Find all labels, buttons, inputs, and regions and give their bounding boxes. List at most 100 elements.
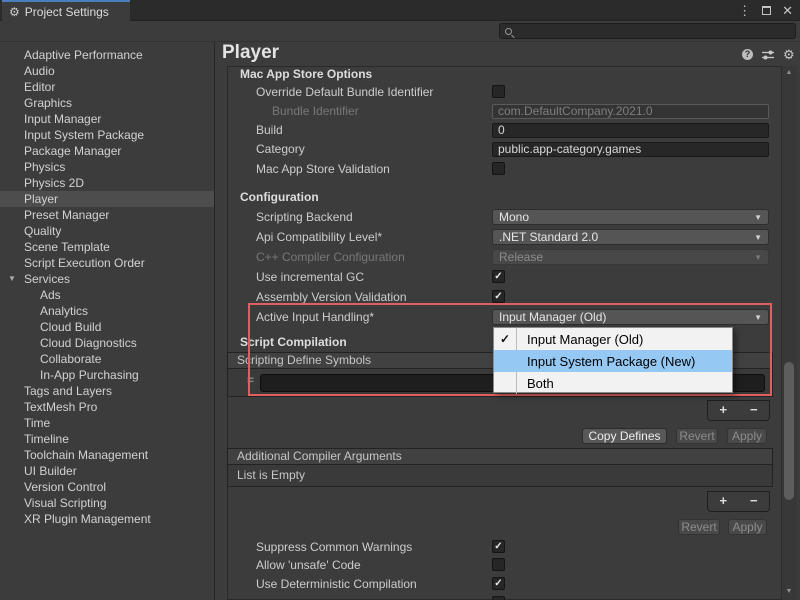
project-settings-window: ⚙ Project Settings ⋮ ✕ Adaptive Performa… <box>0 0 800 600</box>
drag-handle-icon[interactable]: = <box>247 373 254 387</box>
dropdown-option-input-manager[interactable]: ✓ Input Manager (Old) <box>494 328 732 350</box>
sidebar-item-label: Package Manager <box>24 144 121 158</box>
sidebar-item-label: Cloud Diagnostics <box>40 336 137 350</box>
sidebar-item-label: TextMesh Pro <box>24 400 97 414</box>
add-button[interactable]: + <box>708 492 739 511</box>
titlebar: ⚙ Project Settings ⋮ ✕ <box>0 0 800 21</box>
sidebar-item[interactable]: Timeline <box>0 431 214 447</box>
dropdown-option-input-system[interactable]: Input System Package (New) <box>494 350 732 372</box>
dropdown-value: Input Manager (Old) <box>499 310 606 324</box>
sidebar-item-label: Cloud Build <box>40 320 101 334</box>
sidebar-item[interactable]: Physics <box>0 159 214 175</box>
mac-validation-checkbox[interactable] <box>492 162 505 175</box>
dropdown-option-both[interactable]: Both <box>494 372 732 394</box>
sidebar-item[interactable]: Player <box>0 191 214 207</box>
sidebar-item-label: Visual Scripting <box>24 496 107 510</box>
sidebar-item[interactable]: Collaborate <box>0 351 214 367</box>
help-icon[interactable]: ? <box>742 49 753 60</box>
deterministic-checkbox[interactable]: ✓ <box>492 577 505 590</box>
scrollbar-thumb[interactable] <box>784 362 794 500</box>
sidebar-item[interactable]: Ads <box>0 287 214 303</box>
allow-unsafe-checkbox[interactable] <box>492 558 505 571</box>
toolbar <box>0 21 800 42</box>
scrollbar-track[interactable] <box>781 66 797 600</box>
build-label: Build <box>256 122 283 138</box>
incremental-gc-checkbox[interactable]: ✓ <box>492 270 505 283</box>
remove-button[interactable]: − <box>739 492 770 511</box>
sidebar-item-label: Collaborate <box>40 352 101 366</box>
copy-defines-button[interactable]: Copy Defines <box>582 428 667 444</box>
sidebar-item[interactable]: XR Plugin Management <box>0 511 214 527</box>
sidebar-item[interactable]: TextMesh Pro <box>0 399 214 415</box>
sidebar-item[interactable]: Adaptive Performance <box>0 47 214 63</box>
sidebar-item-label: Quality <box>24 224 61 238</box>
section-header-configuration: Configuration <box>240 189 319 205</box>
kebab-menu-icon[interactable]: ⋮ <box>738 3 751 19</box>
sidebar-item[interactable]: Editor <box>0 79 214 95</box>
additional-args-header: Additional Compiler Arguments <box>227 448 773 465</box>
sidebar-item[interactable]: Input Manager <box>0 111 214 127</box>
sidebar-item-label: Physics 2D <box>24 176 84 190</box>
sidebar-item[interactable]: Quality <box>0 223 214 239</box>
bundle-identifier-field: com.DefaultCompany.2021.0 <box>492 104 769 119</box>
sidebar-item[interactable]: Script Execution Order <box>0 255 214 271</box>
sidebar-item[interactable]: Cloud Diagnostics <box>0 335 214 351</box>
remove-button[interactable]: − <box>739 401 770 420</box>
sidebar-item[interactable]: Toolchain Management <box>0 447 214 463</box>
sidebar-item-label: Audio <box>24 64 55 78</box>
close-icon[interactable]: ✕ <box>782 3 793 19</box>
override-bundle-checkbox[interactable] <box>492 85 505 98</box>
sidebar-item[interactable]: Time <box>0 415 214 431</box>
sidebar-item[interactable]: Tags and Layers <box>0 383 214 399</box>
clipped-checkbox[interactable] <box>492 596 505 600</box>
build-field[interactable]: 0 <box>492 123 769 138</box>
foldout-icon[interactable]: ▼ <box>8 275 16 283</box>
suppress-warnings-checkbox[interactable]: ✓ <box>492 540 505 553</box>
sidebar-item-label: XR Plugin Management <box>24 512 151 526</box>
presets-icon[interactable] <box>761 49 775 61</box>
sidebar-item[interactable]: Version Control <box>0 479 214 495</box>
active-input-dropdown[interactable]: Input Manager (Old) ▼ <box>492 309 769 325</box>
sidebar-item[interactable]: Preset Manager <box>0 207 214 223</box>
tab-project-settings[interactable]: ⚙ Project Settings <box>2 0 130 21</box>
sidebar-item-label: Version Control <box>24 480 106 494</box>
sidebar-item[interactable]: ▼ Services <box>0 271 214 287</box>
sidebar-item-label: Input Manager <box>24 112 101 126</box>
mac-validation-label: Mac App Store Validation <box>256 161 390 177</box>
revert-button[interactable]: Revert <box>676 428 718 444</box>
apply-button[interactable]: Apply <box>728 519 767 535</box>
sidebar-item[interactable]: Graphics <box>0 95 214 111</box>
search-input[interactable] <box>516 25 790 37</box>
suppress-warnings-label: Suppress Common Warnings <box>256 539 412 555</box>
sidebar-item[interactable]: Analytics <box>0 303 214 319</box>
revert-button[interactable]: Revert <box>678 519 720 535</box>
sidebar-item[interactable]: Physics 2D <box>0 175 214 191</box>
assembly-validation-checkbox[interactable]: ✓ <box>492 290 505 303</box>
sidebar-item[interactable]: Package Manager <box>0 143 214 159</box>
category-field[interactable]: public.app-category.games <box>492 142 769 157</box>
check-icon: ✓ <box>497 332 513 346</box>
gear-icon[interactable]: ⚙ <box>783 48 795 61</box>
scroll-down-icon[interactable]: ▼ <box>781 588 797 595</box>
sidebar-item[interactable]: Audio <box>0 63 214 79</box>
sidebar-item[interactable]: Visual Scripting <box>0 495 214 511</box>
chevron-down-icon: ▼ <box>754 253 762 262</box>
sidebar-item[interactable]: Input System Package <box>0 127 214 143</box>
deterministic-label: Use Deterministic Compilation <box>256 576 417 592</box>
sidebar-item[interactable]: In-App Purchasing <box>0 367 214 383</box>
sidebar-item-label: Scene Template <box>24 240 110 254</box>
search-box[interactable] <box>499 23 796 39</box>
category-label: Category <box>256 141 305 157</box>
sidebar-item[interactable]: UI Builder <box>0 463 214 479</box>
scroll-up-icon[interactable]: ▲ <box>781 69 797 76</box>
add-button[interactable]: + <box>708 401 739 420</box>
maximize-icon[interactable] <box>762 6 771 15</box>
sidebar-item[interactable]: Scene Template <box>0 239 214 255</box>
apply-button[interactable]: Apply <box>727 428 767 444</box>
search-icon <box>505 28 512 35</box>
dropdown-menu: ✓ Input Manager (Old) Input System Packa… <box>493 327 733 393</box>
api-compatibility-dropdown[interactable]: .NET Standard 2.0 ▼ <box>492 229 769 245</box>
scripting-backend-dropdown[interactable]: Mono ▼ <box>492 209 769 225</box>
dropdown-option-label: Both <box>527 376 554 391</box>
sidebar-item[interactable]: Cloud Build <box>0 319 214 335</box>
